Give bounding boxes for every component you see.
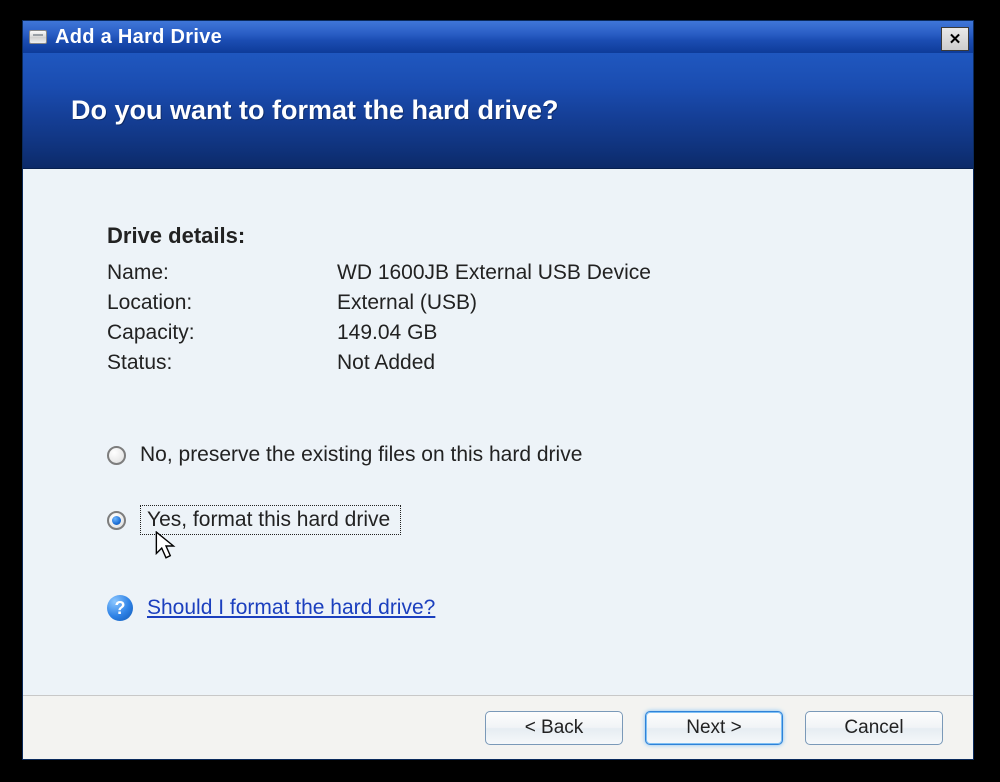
- next-button[interactable]: Next >: [645, 711, 783, 745]
- radio-icon: [107, 446, 126, 465]
- detail-name-label: Name:: [107, 261, 337, 285]
- wizard-footer: < Back Next > Cancel: [23, 695, 973, 759]
- detail-capacity-value: 149.04 GB: [337, 321, 929, 345]
- header-band: Do you want to format the hard drive?: [23, 53, 973, 169]
- option-format-label: Yes, format this hard drive: [140, 505, 401, 535]
- main-content: Drive details: Name: WD 1600JB External …: [23, 169, 973, 695]
- title-bar: Add a Hard Drive ✕: [23, 21, 973, 53]
- help-icon: ?: [107, 595, 133, 621]
- help-link[interactable]: Should I format the hard drive?: [147, 596, 435, 620]
- detail-capacity-label: Capacity:: [107, 321, 337, 345]
- detail-name-value: WD 1600JB External USB Device: [337, 261, 929, 285]
- option-format[interactable]: Yes, format this hard drive: [107, 501, 929, 539]
- drive-details-title: Drive details:: [107, 223, 929, 249]
- radio-icon: [107, 511, 126, 530]
- cursor-icon: [155, 531, 177, 561]
- detail-location-value: External (USB): [337, 291, 929, 315]
- option-preserve-label: No, preserve the existing files on this …: [140, 443, 582, 467]
- detail-status-label: Status:: [107, 351, 337, 375]
- detail-location-label: Location:: [107, 291, 337, 315]
- window-title: Add a Hard Drive: [55, 26, 933, 49]
- close-icon: ✕: [949, 30, 962, 48]
- close-button[interactable]: ✕: [941, 27, 969, 51]
- drive-details-grid: Name: WD 1600JB External USB Device Loca…: [107, 261, 929, 375]
- cancel-button[interactable]: Cancel: [805, 711, 943, 745]
- back-button[interactable]: < Back: [485, 711, 623, 745]
- detail-status-value: Not Added: [337, 351, 929, 375]
- help-row: ? Should I format the hard drive?: [107, 595, 929, 621]
- drive-icon: [29, 30, 47, 44]
- page-heading: Do you want to format the hard drive?: [71, 95, 559, 126]
- option-preserve[interactable]: No, preserve the existing files on this …: [107, 439, 929, 471]
- wizard-window: Add a Hard Drive ✕ Do you want to format…: [22, 20, 974, 760]
